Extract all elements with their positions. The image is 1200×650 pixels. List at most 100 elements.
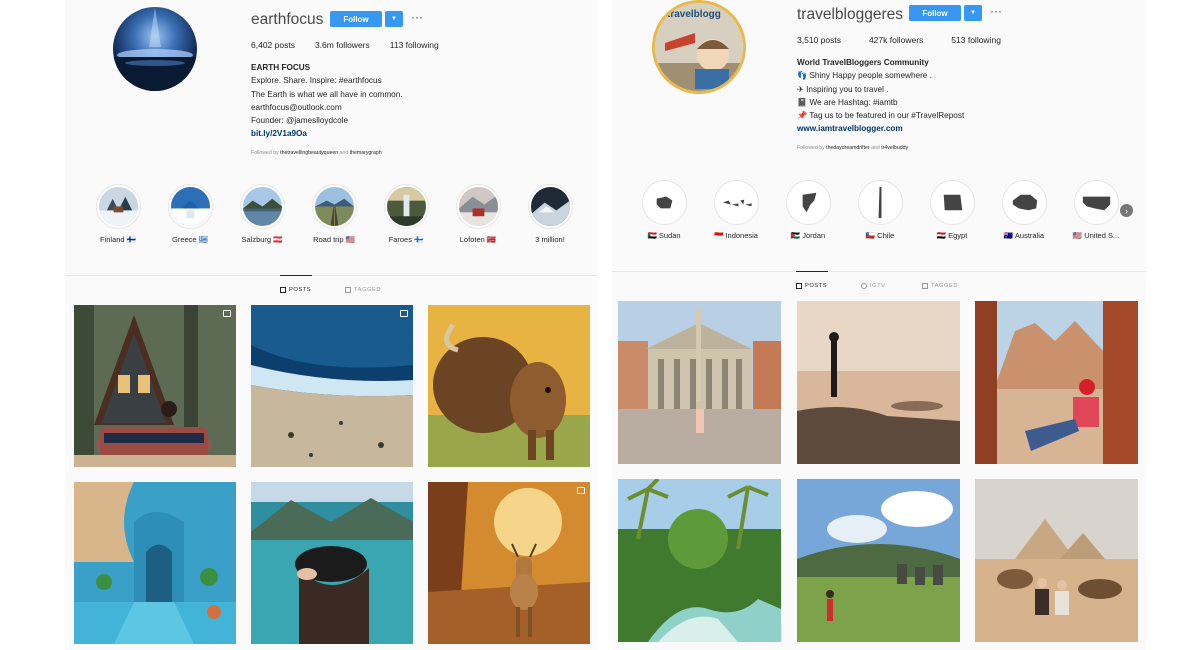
profile-avatar[interactable]: travelblogg	[652, 0, 746, 94]
story-highlight[interactable]: Greece 🇬🇷	[155, 184, 225, 244]
story-highlight[interactable]: 🇯🇴 Jordan	[773, 180, 843, 240]
suggestions-dropdown-button[interactable]: ▼	[385, 11, 403, 27]
chile-map-icon	[860, 183, 900, 222]
bio-website-link[interactable]: bit.ly/2V1a9Oa	[251, 127, 403, 140]
post-thumbnail[interactable]	[975, 301, 1138, 464]
tag-icon	[345, 287, 351, 293]
post-thumbnail[interactable]	[428, 482, 590, 644]
story-highlight[interactable]: 3 million!	[515, 184, 585, 244]
bio-website-link[interactable]: www.iamtravelblogger.com	[797, 122, 964, 135]
story-highlight[interactable]: Lofoten 🇳🇴	[443, 184, 513, 244]
egypt-map-icon	[932, 183, 972, 222]
followed-by-user-link[interactable]: thedaydreamdrifter	[826, 145, 870, 151]
following-count[interactable]: 513 following	[951, 35, 1001, 45]
follow-button[interactable]: Follow	[909, 5, 961, 21]
bio-line: ✈ Inspiring you to travel .	[797, 84, 889, 94]
bio-line: 📌 Tag us to be featured in our #TravelRe…	[797, 111, 965, 121]
followed-by-text: Followed by thedaydreamdrifter and tr4ve…	[797, 145, 908, 151]
post-thumbnail[interactable]	[74, 305, 236, 467]
followed-by-text: Followed by thetravellingbeautyqueen and…	[251, 150, 382, 156]
bio-line: The Earth is what we all have in common.	[251, 89, 403, 99]
video-icon	[400, 310, 408, 317]
post-thumbnail[interactable]	[797, 479, 960, 642]
tab-posts-label: POSTS	[289, 287, 312, 293]
active-tab-indicator	[280, 275, 312, 276]
carousel-icon	[577, 487, 585, 494]
followed-by-user-link[interactable]: tr4velbuddy	[881, 145, 908, 151]
tab-tagged[interactable]: TAGGED	[345, 287, 381, 293]
highlight-cover	[98, 187, 138, 226]
highlights-next-button[interactable]: ›	[1120, 204, 1133, 217]
story-highlight[interactable]: 🇦🇺 Australia	[989, 180, 1059, 240]
following-count[interactable]: 113 following	[390, 40, 439, 50]
followed-by-user-link[interactable]: themarygraph	[350, 150, 382, 156]
more-options-button[interactable]: ···	[990, 5, 1002, 17]
story-highlight[interactable]: 🇪🇬 Egypt	[917, 180, 987, 240]
tab-tagged[interactable]: TAGGED	[922, 283, 958, 289]
bio-line: Founder: @jameslloydcole	[251, 116, 349, 126]
post-thumbnail[interactable]	[74, 482, 236, 644]
tab-posts[interactable]: POSTS	[280, 287, 311, 293]
highlight-label: 🇨🇱 Chile	[865, 231, 895, 240]
story-highlight[interactable]: Road trip 🇺🇸	[299, 184, 369, 244]
bio-line: 👣 Shiny Happy people somewhere .	[797, 71, 932, 81]
story-highlight[interactable]: 🇨🇱 Chile	[845, 180, 915, 240]
story-highlight[interactable]: Salzburg 🇦🇹	[227, 184, 297, 244]
igtv-icon	[861, 283, 867, 289]
post-thumbnail[interactable]	[428, 305, 590, 467]
tab-posts[interactable]: POSTS	[796, 283, 827, 289]
post-thumbnail[interactable]	[618, 301, 781, 464]
highlight-label: 🇸🇩 Sudan	[647, 231, 681, 240]
highlight-label: 🇯🇴 Jordan	[790, 231, 826, 240]
profile-bio: EARTH FOCUS Explore. Share. Inspire: #ea…	[251, 61, 403, 141]
profile-stats: 3,510 posts 427k followers 513 following	[797, 35, 1021, 45]
post-thumbnail[interactable]	[797, 301, 960, 464]
story-highlight[interactable]: 🇸🇩 Sudan	[629, 180, 699, 240]
followers-count[interactable]: 3.6m followers	[315, 40, 370, 50]
profile-earthfocus: earthfocus Follow ▼ ··· 6,402 posts 3.6m…	[65, 0, 597, 650]
post-thumbnail[interactable]	[251, 482, 413, 644]
sudan-map-icon	[644, 183, 684, 222]
story-highlight[interactable]: 🇮🇩 Indonesia	[701, 180, 771, 240]
profile-travelbloggeres: travelblogg travelbloggeres Follow ▼ ···…	[612, 0, 1146, 650]
highlight-label: 🇪🇬 Egypt	[936, 231, 968, 240]
post-thumbnail[interactable]	[618, 479, 781, 642]
active-tab-indicator	[796, 271, 828, 272]
profile-bio: World TravelBloggers Community 👣 Shiny H…	[797, 56, 964, 136]
followed-by-and: and	[871, 145, 880, 151]
highlight-cover	[530, 187, 570, 226]
tab-igtv-label: IGTV	[870, 283, 886, 289]
avatar-brand-text: travelblogg	[667, 9, 721, 20]
highlight-label: 🇦🇺 Australia	[1003, 231, 1045, 240]
profile-full-name: EARTH FOCUS	[251, 63, 311, 72]
highlight-label: Faroes 🇫🇴	[388, 235, 424, 244]
chevron-down-icon: ▼	[391, 16, 397, 22]
post-thumbnail[interactable]	[251, 305, 413, 467]
tag-icon	[922, 283, 928, 289]
followed-by-user-link[interactable]: thetravellingbeautyqueen	[280, 150, 338, 156]
profile-full-name: World TravelBloggers Community	[797, 58, 929, 67]
followers-count[interactable]: 427k followers	[869, 35, 923, 45]
profile-stats: 6,402 posts 3.6m followers 113 following	[251, 40, 459, 50]
story-highlight[interactable]: Finland 🇫🇮	[83, 184, 153, 244]
posts-count: 6,402 posts	[251, 40, 295, 50]
highlight-label: Lofoten 🇳🇴	[459, 235, 497, 244]
chevron-right-icon: ›	[1125, 205, 1128, 216]
story-highlight[interactable]: Faroes 🇫🇴	[371, 184, 441, 244]
jordan-map-icon	[788, 183, 828, 222]
highlight-cover	[314, 187, 354, 226]
highlight-label: 🇮🇩 Indonesia	[714, 231, 758, 240]
profile-avatar[interactable]	[113, 7, 197, 91]
highlight-label: Finland 🇫🇮	[99, 235, 137, 244]
grid-icon	[280, 287, 286, 293]
suggestions-dropdown-button[interactable]: ▼	[964, 5, 982, 21]
highlight-cover	[242, 187, 282, 226]
more-options-button[interactable]: ···	[411, 11, 423, 23]
australia-map-icon	[1004, 183, 1044, 222]
usa-map-icon	[1076, 183, 1116, 222]
highlight-cover	[458, 187, 498, 226]
bio-line: Explore. Share. Inspire: #earthfocus	[251, 76, 382, 86]
tab-igtv[interactable]: IGTV	[861, 283, 886, 289]
follow-button[interactable]: Follow	[330, 11, 382, 27]
post-thumbnail[interactable]	[975, 479, 1138, 642]
